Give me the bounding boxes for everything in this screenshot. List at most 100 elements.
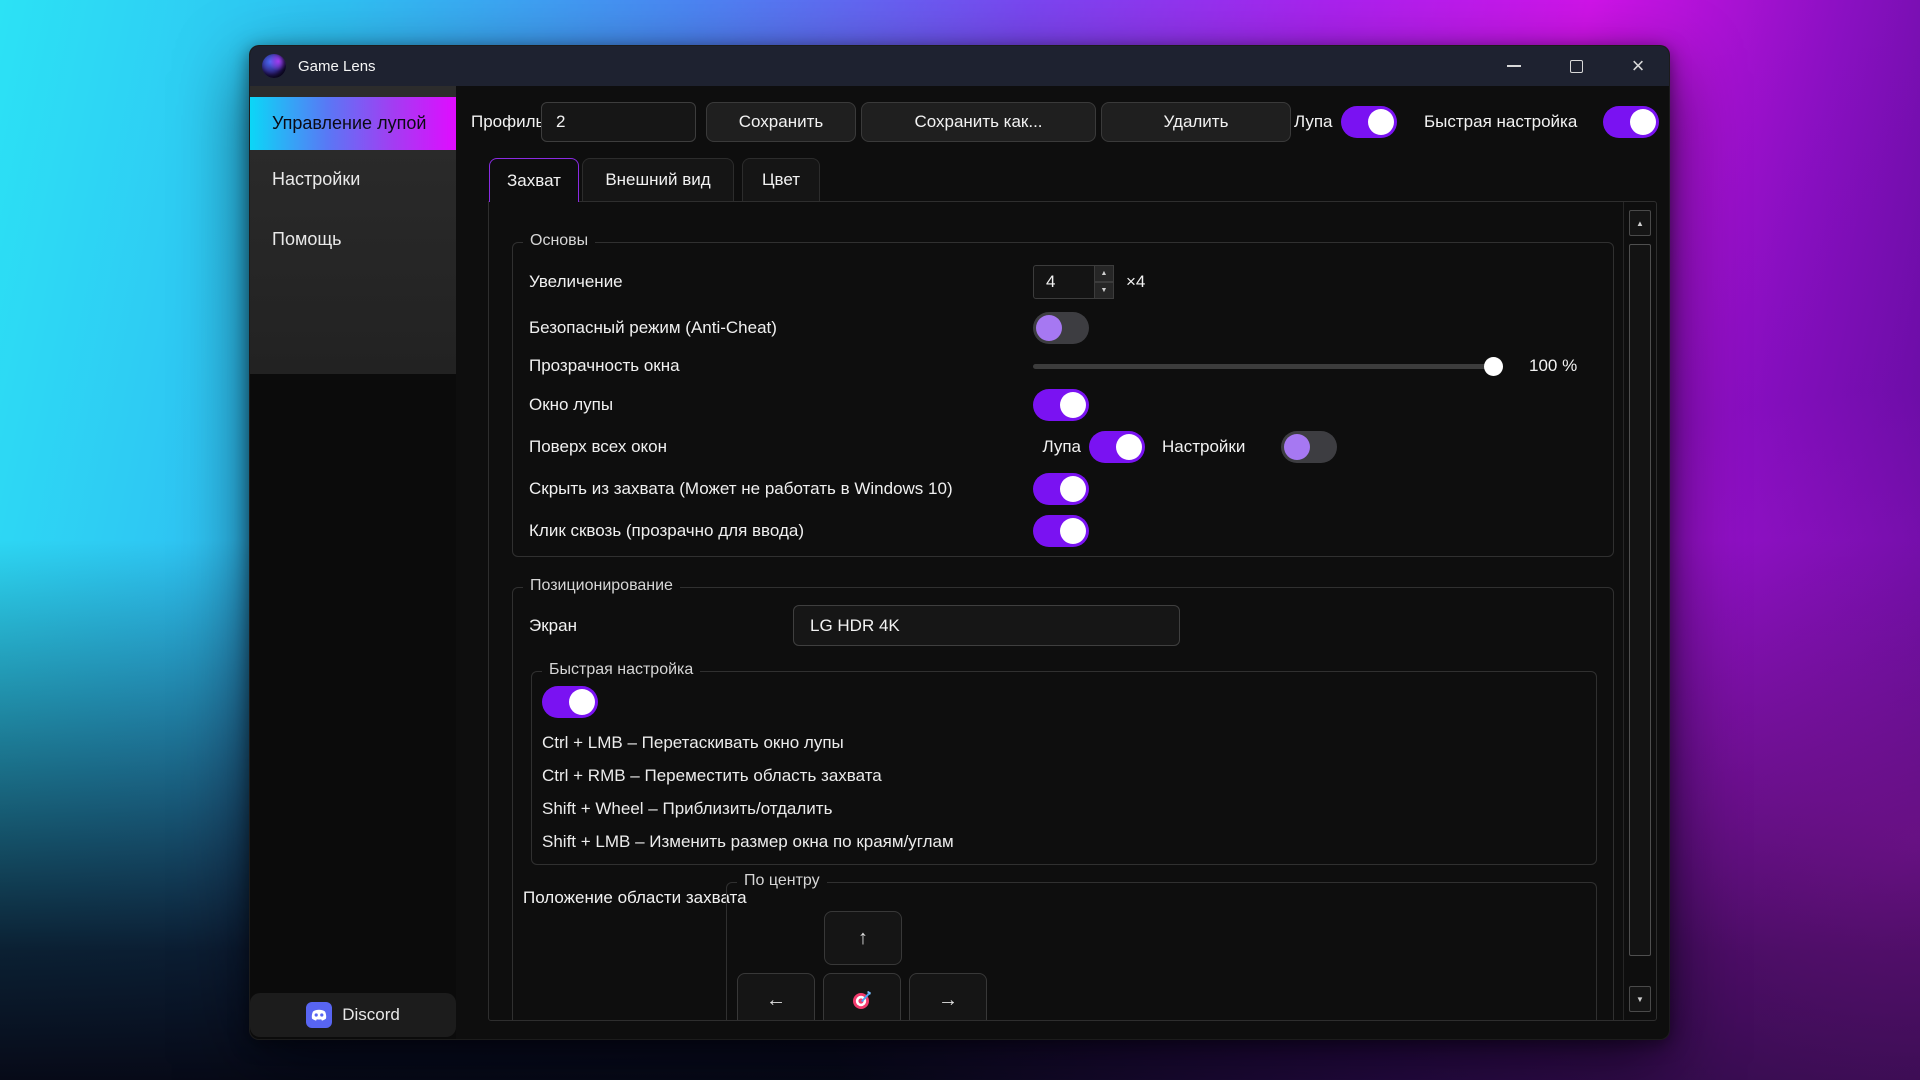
game-lens-window: Game Lens × Управление лупой Настройки П… bbox=[249, 45, 1670, 1040]
zoom-controls: 4 ▲ ▼ ×4 bbox=[1033, 265, 1145, 299]
hide-capture-label: Скрыть из захвата (Может не работать в W… bbox=[529, 479, 953, 499]
target-icon bbox=[852, 990, 872, 1010]
arrow-left-icon: ← bbox=[766, 989, 786, 1012]
slider-track bbox=[1033, 364, 1503, 369]
profile-label: Профиль: bbox=[471, 101, 549, 143]
toggle-knob bbox=[1036, 315, 1062, 341]
move-up-button[interactable]: ↑ bbox=[824, 911, 902, 965]
zoom-label: Увеличение bbox=[529, 272, 623, 292]
zoom-value-input[interactable]: 4 bbox=[1033, 265, 1095, 299]
sidebar-item-label: Управление лупой bbox=[272, 113, 426, 134]
topmost-row: Поверх всех окон Лупа Настройки bbox=[529, 428, 1597, 466]
delete-button[interactable]: Удалить bbox=[1101, 102, 1291, 142]
anticheat-toggle[interactable] bbox=[1033, 312, 1089, 344]
toggle-knob bbox=[569, 689, 595, 715]
scroll-up-button[interactable]: ▲ bbox=[1629, 210, 1651, 236]
lens-window-toggle[interactable] bbox=[1033, 389, 1089, 421]
toggle-knob bbox=[1116, 434, 1142, 460]
discord-icon bbox=[306, 1002, 332, 1028]
tab-appearance[interactable]: Внешний вид bbox=[582, 158, 734, 201]
scroll-down-button[interactable]: ▼ bbox=[1629, 986, 1651, 1012]
topmost-lens-toggle[interactable] bbox=[1089, 431, 1145, 463]
click-through-toggle[interactable] bbox=[1033, 515, 1089, 547]
topmost-settings-toggle[interactable] bbox=[1281, 431, 1337, 463]
discord-button[interactable]: Discord bbox=[250, 993, 456, 1037]
center-legend: По центру bbox=[737, 872, 827, 890]
close-button[interactable]: × bbox=[1607, 46, 1669, 86]
sidebar: Управление лупой Настройки Помощь Discor… bbox=[250, 86, 456, 1039]
close-icon: × bbox=[1632, 55, 1645, 77]
zoom-spinner: ▲ ▼ bbox=[1095, 265, 1114, 299]
minimize-icon bbox=[1507, 65, 1521, 67]
topmost-settings-label: Настройки bbox=[1162, 437, 1245, 457]
quick-setup-toggle[interactable] bbox=[1603, 106, 1659, 138]
move-left-button[interactable]: ← bbox=[737, 973, 815, 1021]
slider-thumb[interactable] bbox=[1484, 357, 1503, 376]
anticheat-row: Безопасный режим (Anti-Cheat) bbox=[529, 309, 1597, 347]
hint-line: Ctrl + RMB – Переместить область захвата bbox=[542, 759, 954, 792]
zoom-multiplier: ×4 bbox=[1126, 272, 1145, 292]
main-content: Профиль: Сохранить Сохранить как... Удал… bbox=[456, 86, 1669, 1039]
sidebar-item-help[interactable]: Помощь bbox=[250, 213, 456, 266]
lens-window-row: Окно лупы bbox=[529, 386, 1597, 424]
hotkey-hints: Ctrl + LMB – Перетаскивать окно лупы Ctr… bbox=[542, 726, 954, 858]
basics-legend: Основы bbox=[523, 232, 595, 250]
window-title: Game Lens bbox=[298, 58, 376, 75]
capture-tab-page: Основы Увеличение 4 ▲ ▼ ×4 Безопасный ре… bbox=[488, 201, 1657, 1021]
screen-select[interactable]: LG HDR 4K bbox=[793, 605, 1180, 646]
toggle-knob bbox=[1060, 518, 1086, 544]
arrow-right-icon: → bbox=[938, 989, 958, 1012]
hide-capture-row: Скрыть из захвата (Может не работать в W… bbox=[529, 470, 1597, 508]
minimize-button[interactable] bbox=[1483, 46, 1545, 86]
lens-toggle-label: Лупа bbox=[1294, 101, 1333, 143]
tab-color[interactable]: Цвет bbox=[742, 158, 820, 201]
profile-toolbar: Профиль: Сохранить Сохранить как... Удал… bbox=[456, 101, 1669, 143]
zoom-row: Увеличение 4 ▲ ▼ ×4 bbox=[529, 263, 1597, 301]
hide-capture-toggle[interactable] bbox=[1033, 473, 1089, 505]
toggle-knob bbox=[1060, 476, 1086, 502]
hint-line: Ctrl + LMB – Перетаскивать окно лупы bbox=[542, 726, 954, 759]
maximize-icon bbox=[1570, 60, 1583, 73]
sidebar-item-magnifier-control[interactable]: Управление лупой bbox=[250, 97, 456, 150]
anticheat-label: Безопасный режим (Anti-Cheat) bbox=[529, 318, 777, 338]
save-button[interactable]: Сохранить bbox=[706, 102, 856, 142]
positioning-legend: Позиционирование bbox=[523, 577, 680, 595]
scroll-thumb[interactable] bbox=[1629, 244, 1651, 956]
discord-label: Discord bbox=[342, 1005, 400, 1025]
profile-input[interactable] bbox=[541, 102, 696, 142]
opacity-value: 100 % bbox=[1529, 356, 1577, 376]
opacity-slider[interactable] bbox=[1033, 347, 1503, 385]
caption-buttons: × bbox=[1483, 46, 1669, 86]
quick-setup-group-toggle[interactable] bbox=[542, 686, 598, 718]
opacity-label: Прозрачность окна bbox=[529, 356, 680, 376]
opacity-row: Прозрачность окна 100 % bbox=[529, 347, 1597, 385]
arrow-up-icon: ↑ bbox=[858, 927, 868, 950]
toggle-knob bbox=[1060, 392, 1086, 418]
lens-toggle[interactable] bbox=[1341, 106, 1397, 138]
screen-label: Экран bbox=[529, 605, 577, 646]
toggle-knob bbox=[1284, 434, 1310, 460]
positioning-group: Позиционирование Экран LG HDR 4K Быстрая… bbox=[512, 587, 1614, 1021]
vertical-scrollbar[interactable]: ▲ ▼ bbox=[1623, 202, 1656, 1020]
hint-line: Shift + LMB – Изменить размер окна по кр… bbox=[542, 825, 954, 858]
topmost-lens-label: Лупа bbox=[1029, 437, 1081, 457]
hint-line: Shift + Wheel – Приблизить/отдалить bbox=[542, 792, 954, 825]
save-as-button[interactable]: Сохранить как... bbox=[861, 102, 1096, 142]
sidebar-item-settings[interactable]: Настройки bbox=[250, 153, 456, 206]
tab-capture[interactable]: Захват bbox=[489, 158, 579, 202]
click-through-label: Клик сквозь (прозрачно для ввода) bbox=[529, 521, 804, 541]
spin-down-button[interactable]: ▼ bbox=[1095, 282, 1114, 299]
region-position-label: Положение области захвата bbox=[523, 888, 747, 908]
maximize-button[interactable] bbox=[1545, 46, 1607, 86]
sidebar-item-label: Настройки bbox=[272, 169, 360, 190]
spin-up-button[interactable]: ▲ bbox=[1095, 265, 1114, 282]
center-target-button[interactable] bbox=[823, 973, 901, 1021]
sidebar-item-label: Помощь bbox=[272, 229, 342, 250]
topmost-label: Поверх всех окон bbox=[529, 437, 667, 457]
lens-window-label: Окно лупы bbox=[529, 395, 613, 415]
move-right-button[interactable]: → bbox=[909, 973, 987, 1021]
titlebar: Game Lens × bbox=[250, 46, 1669, 86]
toggle-knob bbox=[1368, 109, 1394, 135]
quick-setup-toggle-label: Быстрая настройка bbox=[1424, 101, 1577, 143]
basics-group: Основы Увеличение 4 ▲ ▼ ×4 Безопасный ре… bbox=[512, 242, 1614, 557]
